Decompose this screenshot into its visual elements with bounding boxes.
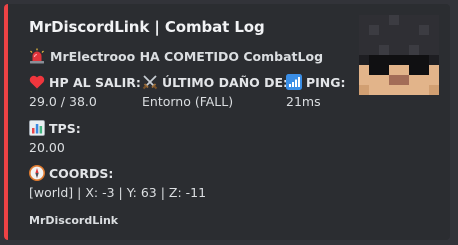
- field-tps-value: 20.00: [29, 140, 65, 155]
- field-coords: COORDS: [world] | X: -3 | Y: 63 | Z: -11: [29, 163, 206, 200]
- field-last-damage-value: Entorno (FALL): [142, 94, 234, 109]
- bar-chart-icon: [29, 120, 45, 136]
- field-ping-name: PING:: [306, 74, 346, 90]
- field-last-damage: ÚLTIMO DAÑO DE: Entorno (FALL): [142, 72, 289, 110]
- embed-description-text: MrElectrooo HA COMETIDO CombatLog: [50, 48, 324, 64]
- compass-icon: [29, 165, 45, 181]
- field-ping: PING: 21ms: [286, 72, 346, 109]
- embed-footer: MrDiscordLink: [29, 214, 119, 227]
- field-ping-value: 21ms: [286, 94, 321, 109]
- rotating-light-icon: [29, 48, 45, 64]
- minecraft-skin-face-icon[interactable]: [359, 15, 439, 95]
- field-tps-name: TPS:: [49, 120, 81, 136]
- signal-bars-icon: [286, 74, 302, 90]
- combat-log-embed: MrDiscordLink | Combat Log MrElectrooo H…: [4, 4, 450, 240]
- field-coords-name: COORDS:: [49, 165, 114, 181]
- field-coords-value: [world] | X: -3 | Y: 63 | Z: -11: [29, 185, 207, 200]
- red-heart-icon: [29, 74, 45, 90]
- embed-description: MrElectrooo HA COMETIDO CombatLog: [29, 48, 323, 64]
- field-hp-name: HP AL SALIR:: [49, 74, 141, 90]
- crossed-swords-icon: [142, 74, 158, 90]
- field-last-damage-name: ÚLTIMO DAÑO DE:: [162, 74, 289, 90]
- embed-title: MrDiscordLink | Combat Log: [29, 18, 265, 36]
- field-hp: HP AL SALIR: 29.0 / 38.0: [29, 72, 141, 110]
- field-tps: TPS: 20.00: [29, 118, 81, 155]
- field-hp-value: 29.0 / 38.0: [29, 94, 97, 109]
